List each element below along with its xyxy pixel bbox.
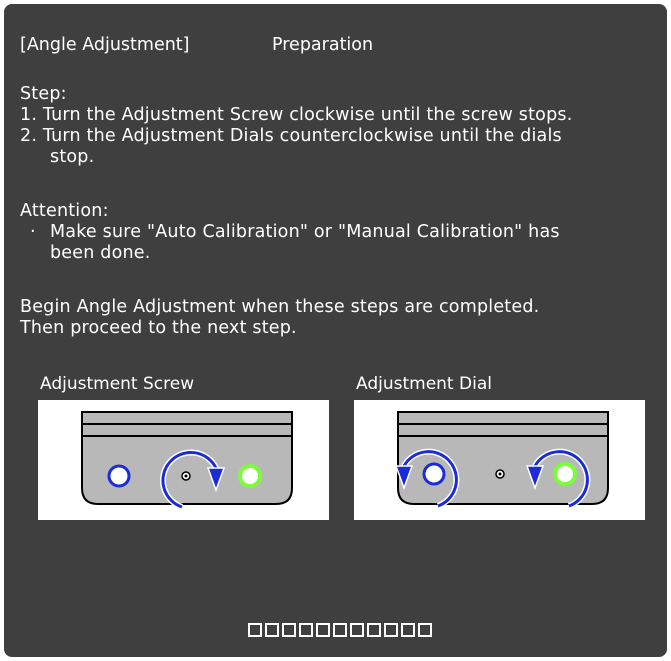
dial-diagram-label: Adjustment Dial [356, 374, 492, 394]
green-dial-marker [238, 464, 262, 488]
instruction-line2: Then proceed to the next step. [20, 318, 297, 338]
attention-bullet: · [30, 222, 36, 242]
progress-square [401, 623, 415, 637]
attention-line2: been done. [50, 243, 151, 263]
progress-square [248, 623, 262, 637]
attention-line1: Make sure "Auto Calibration" or "Manual … [50, 222, 560, 242]
progress-square [367, 623, 381, 637]
screw-diagram-label: Adjustment Screw [40, 374, 195, 394]
screw-diagram [38, 400, 329, 520]
dial-diagram [354, 400, 645, 520]
progress-square [333, 623, 347, 637]
step-1: 1. Turn the Adjustment Screw clockwise u… [20, 105, 573, 125]
attention-heading: Attention: [20, 201, 109, 221]
progress-square [418, 623, 432, 637]
green-dial-marker [553, 462, 577, 486]
progress-square [299, 623, 313, 637]
instruction-line1: Begin Angle Adjustment when these steps … [20, 297, 540, 317]
step-2-line2: stop. [50, 147, 95, 167]
blue-dial-marker [107, 464, 131, 488]
page-progress-indicator [248, 623, 432, 639]
screw-illustration [81, 411, 293, 510]
step-2-line1: 2. Turn the Adjustment Dials countercloc… [20, 126, 562, 146]
section-title: Preparation [272, 35, 374, 55]
progress-square [265, 623, 279, 637]
progress-square [350, 623, 364, 637]
progress-square [316, 623, 330, 637]
page-title: [Angle Adjustment] [20, 35, 190, 55]
dialog-screen: [Angle Adjustment] Preparation Step: 1. … [4, 4, 667, 657]
dial-illustration [394, 411, 609, 509]
progress-square [282, 623, 296, 637]
blue-dial-marker [422, 462, 446, 486]
progress-square [384, 623, 398, 637]
steps-heading: Step: [20, 84, 67, 104]
